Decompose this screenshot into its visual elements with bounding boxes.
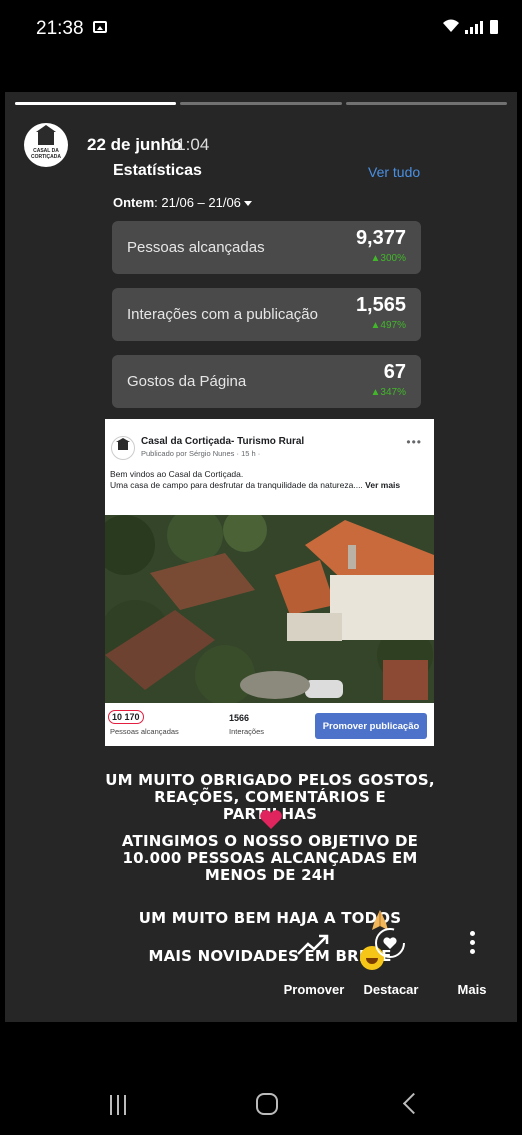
avatar-logo-text: CASAL DA CORTIÇADA (31, 148, 61, 160)
range-label: Ontem (113, 195, 155, 210)
house-logo-icon (36, 125, 56, 145)
recent-apps-icon[interactable] (110, 1095, 126, 1115)
caption-line: MENOS DE 24H (204, 866, 336, 884)
system-nav-bar (0, 1063, 522, 1135)
progress-segment (180, 102, 342, 105)
caption-line: 10.000 PESSOAS ALCANÇADAS EM (122, 849, 418, 867)
post-interactions-value: 1566 (229, 713, 250, 723)
story-viewer[interactable]: CASAL DA CORTIÇADA 22 de junho 11:04 Est… (5, 92, 517, 1022)
post-photo (105, 515, 434, 703)
status-bar: 21:38 (0, 0, 522, 60)
caret-down-icon (243, 201, 252, 207)
post-page-name: Casal da Cortiçada- Turismo Rural (141, 436, 305, 447)
see-more-link: Ver mais (365, 480, 401, 490)
battery-icon (490, 20, 498, 34)
stat-card-reach: Pessoas alcançadas 9,377 ▲300% (112, 221, 421, 274)
story-time: 11:04 (168, 135, 210, 154)
progress-segment (15, 102, 177, 105)
embedded-post[interactable]: Casal da Cortiçada- Turismo Rural Public… (105, 419, 434, 746)
post-reach-value: 10 170 (108, 710, 144, 724)
caption-line: ATINGIMOS O NOSSO OBJETIVO DE (121, 832, 419, 850)
post-text-line: Bem vindos ao Casal da Cortiçada. (110, 469, 244, 479)
post-options-icon: ••• (406, 435, 422, 449)
post-reach-label: Pessoas alcançadas (110, 727, 179, 736)
range-dates: : 21/06 – 21/06 (154, 195, 241, 210)
post-interactions-label: Interações (229, 727, 265, 736)
more-vertical-icon[interactable] (468, 931, 476, 957)
date-range-selector[interactable]: Ontem: 21/06 – 21/06 (113, 195, 252, 210)
stat-card-interactions: Interações com a publicação 1,565 ▲497% (112, 288, 421, 341)
house-logo-icon (116, 438, 130, 450)
back-icon[interactable] (402, 1092, 425, 1115)
story-progress (15, 102, 507, 105)
stat-label: Interações com a publicação (127, 306, 318, 323)
status-icons (441, 18, 498, 34)
stat-card-likes: Gostos da Página 67 ▲347% (112, 355, 421, 408)
post-avatar (111, 436, 135, 460)
post-text-line: Uma casa de campo para desfrutar da tran… (110, 480, 363, 490)
stat-change: ▲300% (370, 253, 406, 264)
image-notification-icon (93, 21, 107, 33)
trend-up-icon[interactable] (296, 932, 330, 958)
page-avatar[interactable]: CASAL DA CORTIÇADA (24, 123, 68, 167)
stat-change: ▲497% (370, 320, 406, 331)
more-button[interactable]: Mais (447, 982, 497, 997)
heart-circle-icon[interactable] (373, 926, 407, 960)
signal-icon (465, 20, 483, 34)
caption-line: UM MUITO OBRIGADO PELOS GOSTOS, (105, 771, 435, 789)
home-icon[interactable] (256, 1093, 278, 1115)
stat-label: Gostos da Página (127, 373, 247, 390)
insights-title: Estatísticas (113, 162, 202, 179)
stat-value: 1,565 (355, 294, 406, 316)
post-meta: Publicado por Sérgio Nunes · 15 h · (141, 449, 261, 458)
see-all-link[interactable]: Ver tudo (368, 164, 420, 180)
caption-block-goal: ATINGIMOS O NOSSO OBJETIVO DE 10.000 PES… (105, 833, 435, 884)
post-footer: 10 170 Pessoas alcançadas 1566 Interaçõe… (105, 703, 434, 746)
stat-change: ▲347% (370, 387, 406, 398)
wifi-icon (443, 19, 459, 32)
post-text: Bem vindos ao Casal da Cortiçada. Uma ca… (110, 469, 428, 491)
stat-label: Pessoas alcançadas (127, 239, 265, 256)
promote-button[interactable]: Promover (275, 982, 353, 997)
status-time: 21:38 (36, 18, 84, 39)
progress-fill (15, 102, 177, 105)
red-heart-icon (260, 810, 282, 829)
progress-segment (345, 102, 507, 105)
promote-post-button[interactable]: Promover publicação (315, 713, 427, 739)
stat-value: 67 (383, 361, 406, 383)
highlight-button[interactable]: Destacar (355, 982, 427, 997)
stat-value: 9,377 (355, 227, 406, 249)
